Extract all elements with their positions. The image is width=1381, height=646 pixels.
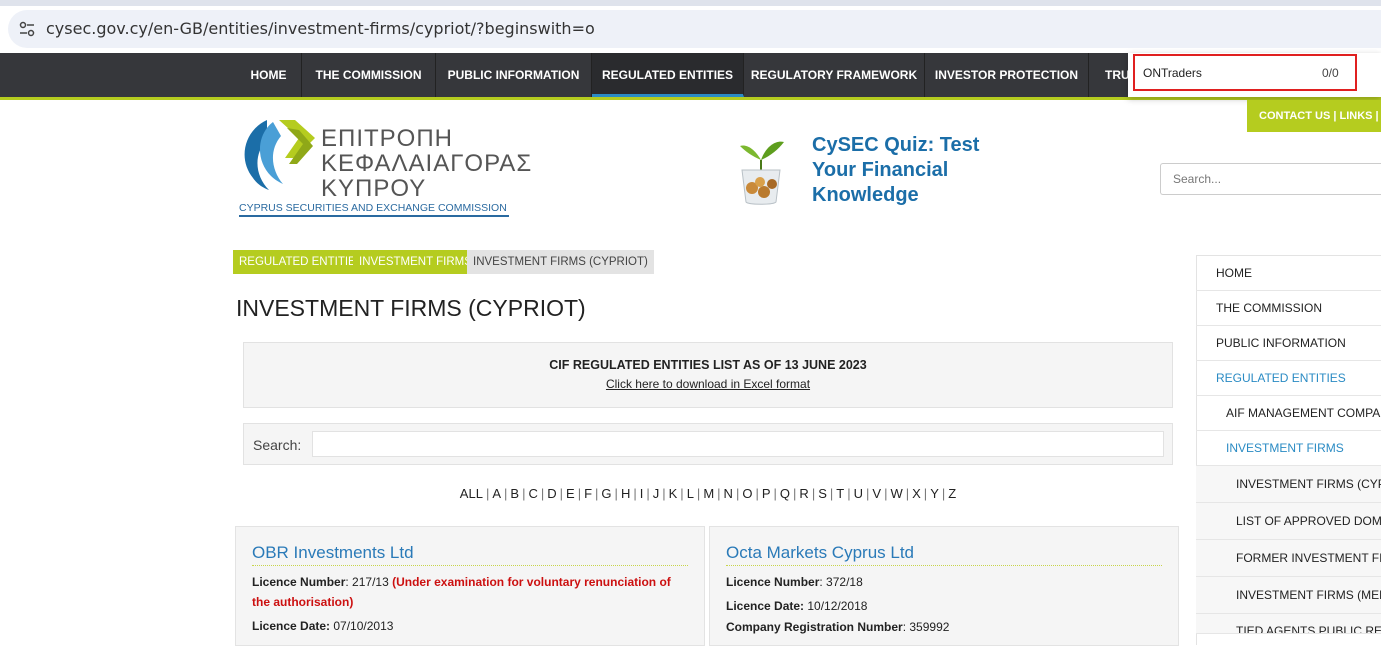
- page-title: INVESTMENT FIRMS (CYPRIOT): [236, 295, 586, 321]
- alpha-a[interactable]: A: [492, 486, 501, 501]
- entity-card-obr: OBR Investments Ltd Licence Number: 217/…: [235, 526, 705, 646]
- nav-item-regulated-entities[interactable]: REGULATED ENTITIES: [592, 53, 744, 97]
- alpha-g[interactable]: G: [601, 486, 611, 501]
- sidebar-item-public-information[interactable]: PUBLIC INFORMATION: [1196, 326, 1381, 361]
- nav-item-the-commission[interactable]: THE COMMISSION: [302, 53, 436, 97]
- breadcrumb-regulated-entities[interactable]: REGULATED ENTITIES: [233, 250, 370, 274]
- company-reg-value: 359992: [909, 620, 950, 634]
- nav-item-truncated[interactable]: TRU: [1089, 53, 1130, 97]
- alpha-e[interactable]: E: [566, 486, 575, 501]
- licence-number-value: 372/18: [826, 575, 863, 589]
- quiz-promo-link[interactable]: CySEC Quiz: Test Your Financial Knowledg…: [812, 133, 1012, 208]
- tab-strip: [0, 0, 1381, 6]
- list-info-box: CIF REGULATED ENTITIES LIST AS OF 13 JUN…: [243, 342, 1173, 408]
- alpha-h[interactable]: H: [621, 486, 630, 501]
- licence-date-line: Licence Date: 10/12/2018: [726, 596, 867, 616]
- company-reg-label: Company Registration Number: [726, 620, 903, 634]
- alpha-j[interactable]: J: [653, 486, 660, 501]
- entity-search-box: Search:: [243, 423, 1173, 465]
- sidebar-item-home[interactable]: HOME: [1196, 256, 1381, 291]
- licence-number-value: 217/13: [352, 575, 389, 589]
- breadcrumb-investment-firms[interactable]: INVESTMENT FIRMS: [353, 250, 478, 274]
- licence-date-label: Licence Date:: [726, 599, 805, 613]
- licence-date-value: 10/12/2018: [807, 599, 868, 613]
- sidebar-item-regulated-entities[interactable]: REGULATED ENTITIES: [1196, 361, 1381, 396]
- licence-date-value: 07/10/2013: [333, 619, 394, 633]
- card-divider: [726, 565, 1162, 566]
- licence-date-line: Licence Date: 07/10/2013: [252, 616, 393, 636]
- alpha-d[interactable]: D: [547, 486, 556, 501]
- alpha-u[interactable]: U: [854, 486, 863, 501]
- contact-links-bar[interactable]: CONTACT US | LINKS |: [1247, 100, 1381, 132]
- licence-date-label: Licence Date:: [252, 619, 331, 633]
- alpha-y[interactable]: Y: [930, 486, 939, 501]
- entity-name-link[interactable]: Octa Markets Cyprus Ltd: [726, 543, 914, 563]
- alpha-i[interactable]: I: [640, 486, 644, 501]
- sidebar-item-approved-domains[interactable]: LIST OF APPROVED DOMAINS: [1196, 503, 1381, 540]
- find-query[interactable]: ONTraders: [1143, 66, 1202, 80]
- url-text[interactable]: cysec.gov.cy/en-GB/entities/investment-f…: [46, 19, 595, 38]
- alpha-q[interactable]: Q: [780, 486, 790, 501]
- licence-number-line: Licence Number: 372/18: [726, 575, 863, 589]
- logo-english-text: CYPRUS SECURITIES AND EXCHANGE COMMISSIO…: [239, 202, 509, 217]
- find-match-count: 0/0: [1322, 66, 1339, 80]
- sidebar-item-investment-firms-cypriot[interactable]: INVESTMENT FIRMS (CYPRIOT): [1196, 466, 1381, 503]
- alpha-m[interactable]: M: [703, 486, 714, 501]
- alpha-v[interactable]: V: [872, 486, 881, 501]
- nav-item-public-information[interactable]: PUBLIC INFORMATION: [436, 53, 592, 97]
- card-divider: [252, 565, 688, 566]
- alpha-o[interactable]: O: [742, 486, 752, 501]
- alpha-x[interactable]: X: [912, 486, 921, 501]
- sidebar-item-investment-firms[interactable]: INVESTMENT FIRMS: [1196, 431, 1381, 466]
- licence-number-label: Licence Number: [726, 575, 820, 589]
- browser-toolbar: cysec.gov.cy/en-GB/entities/investment-f…: [0, 0, 1381, 53]
- alpha-t[interactable]: T: [836, 486, 844, 501]
- nav-item-home[interactable]: HOME: [236, 53, 302, 97]
- site-settings-icon[interactable]: [18, 20, 36, 38]
- list-date-title: CIF REGULATED ENTITIES LIST AS OF 13 JUN…: [549, 358, 867, 372]
- sidebar-item-the-commission[interactable]: THE COMMISSION: [1196, 291, 1381, 326]
- alpha-f[interactable]: F: [584, 486, 592, 501]
- alpha-l[interactable]: L: [687, 486, 694, 501]
- company-reg-line: Company Registration Number: 359992: [726, 620, 950, 634]
- sidebar-item-former-investment-firms[interactable]: FORMER INVESTMENT FIRMS (CYPRIOT): [1196, 540, 1381, 577]
- sidebar-item-tied-agents[interactable]: TIED AGENTS PUBLIC REGISTER: [1196, 614, 1381, 634]
- coin-jar-plant-icon[interactable]: [734, 130, 788, 206]
- nav-accent-line: [0, 97, 1381, 100]
- breadcrumb-current: INVESTMENT FIRMS (CYPRIOT): [467, 250, 654, 274]
- header-search-input[interactable]: Search...: [1160, 163, 1381, 195]
- sidebar-item-investment-firms-member[interactable]: INVESTMENT FIRMS (MEMBER STATES): [1196, 577, 1381, 614]
- alpha-p[interactable]: P: [762, 486, 771, 501]
- sidebar-item-aif-management[interactable]: AIF MANAGEMENT COMPANIES: [1196, 396, 1381, 431]
- entity-card-octa: Octa Markets Cyprus Ltd Licence Number: …: [709, 526, 1179, 646]
- alpha-s[interactable]: S: [818, 486, 827, 501]
- nav-item-investor-protection[interactable]: INVESTOR PROTECTION: [925, 53, 1089, 97]
- alpha-all[interactable]: ALL: [460, 486, 483, 501]
- alpha-c[interactable]: C: [528, 486, 537, 501]
- licence-number-line: Licence Number: 217/13 (Under examinatio…: [252, 575, 671, 609]
- alpha-z[interactable]: Z: [948, 486, 956, 501]
- logo-greek-text: ΕΠΙΤΡΟΠΗ ΚΕΦΑΛΑΙΑΓΟΡΑΣ ΚΥΠΡΟΥ: [321, 125, 533, 202]
- alpha-n[interactable]: N: [724, 486, 733, 501]
- alpha-r[interactable]: R: [799, 486, 808, 501]
- alpha-b[interactable]: B: [510, 486, 519, 501]
- nav-item-regulatory-framework[interactable]: REGULATORY FRAMEWORK: [744, 53, 925, 97]
- entity-name-link[interactable]: OBR Investments Ltd: [252, 543, 414, 563]
- alphabet-filter: ALL | A | B | C | D | E | F | G | H | I | J | K | L | M | N | O | P | Q | R |…: [459, 486, 957, 501]
- alpha-w[interactable]: W: [890, 486, 902, 501]
- alpha-k[interactable]: K: [669, 486, 678, 501]
- licence-number-label: Licence Number: [252, 575, 346, 589]
- excel-download-link[interactable]: Click here to download in Excel format: [606, 377, 810, 391]
- search-input[interactable]: [312, 431, 1164, 457]
- search-label: Search:: [253, 437, 302, 453]
